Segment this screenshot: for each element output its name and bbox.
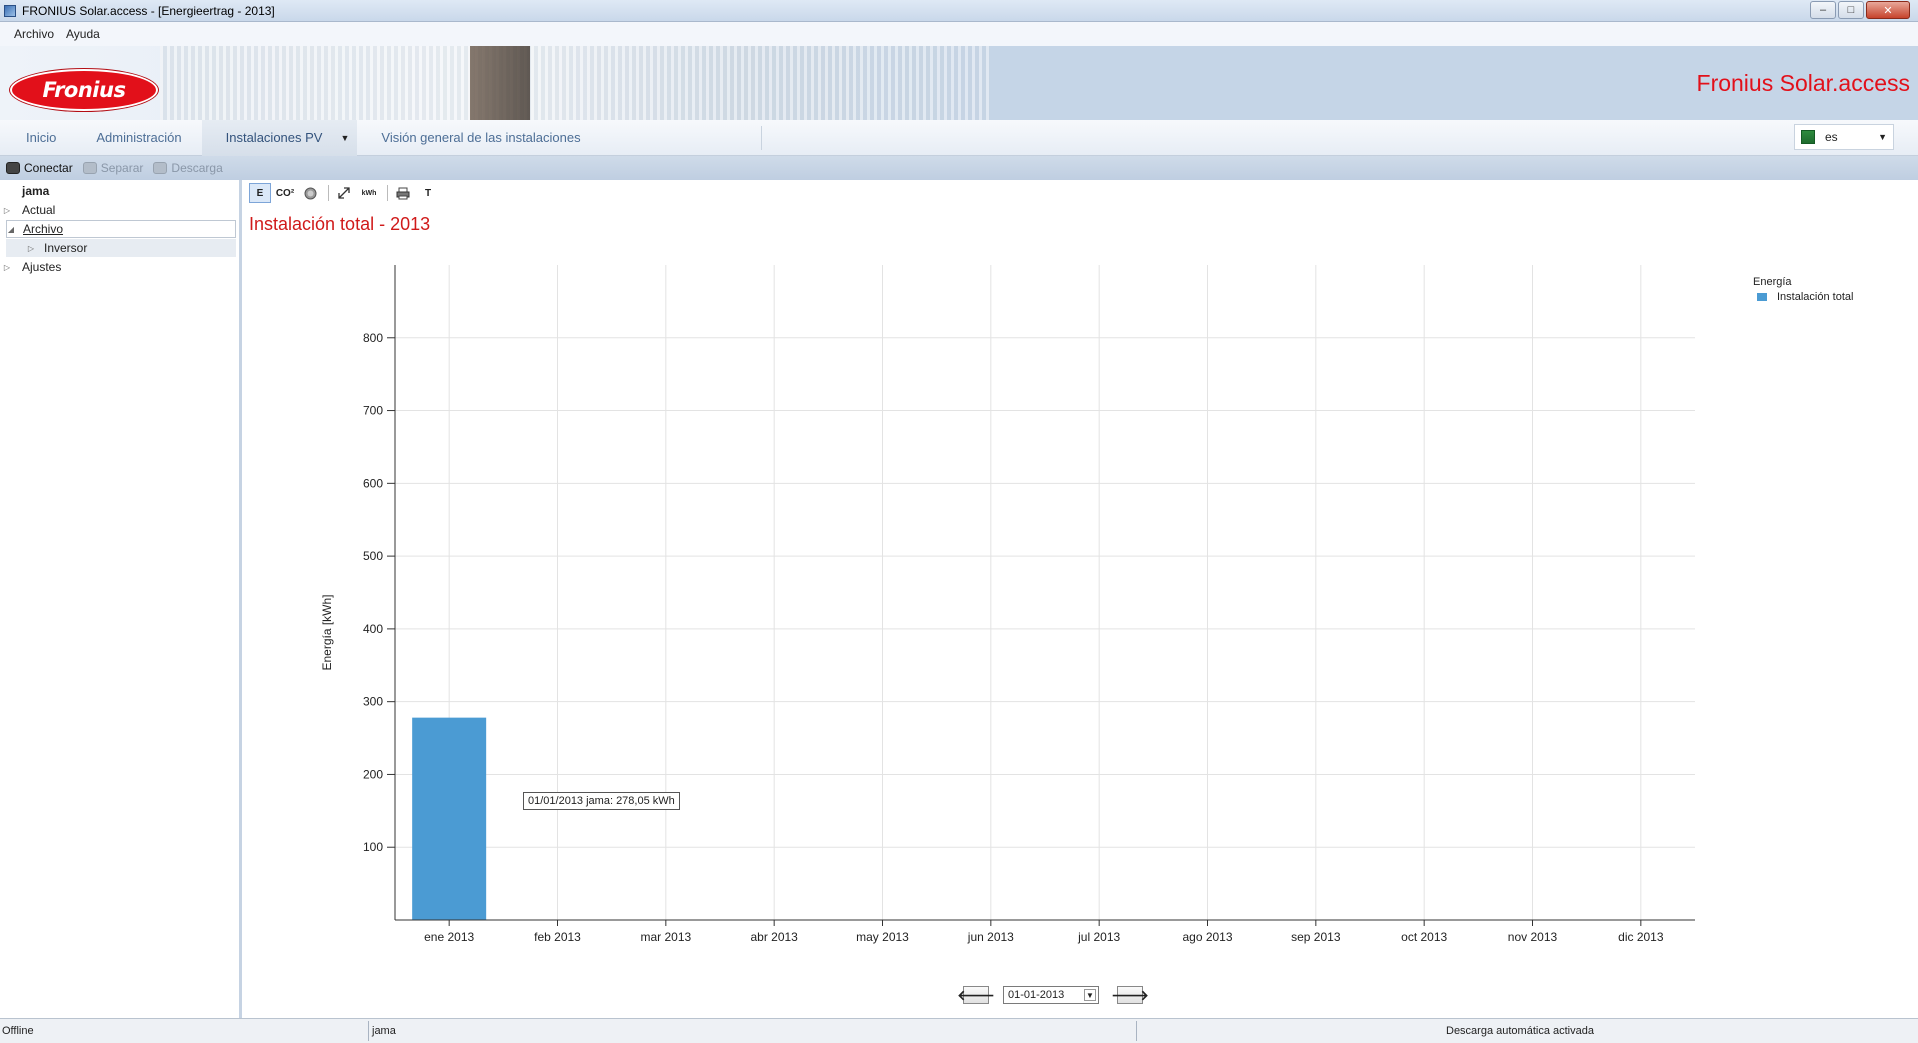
- nav-bar: Inicio Administración Instalaciones PV ▼ …: [0, 119, 1918, 156]
- status-bar: Offline jama Descarga automática activad…: [0, 1018, 1918, 1043]
- menu-archivo[interactable]: Archivo: [14, 27, 54, 41]
- y-tick-label: 600: [363, 476, 383, 490]
- banner: Fronius Fronius Solar.access: [0, 46, 1918, 120]
- tab-inicio[interactable]: Inicio: [0, 120, 76, 156]
- download-icon: [153, 162, 168, 174]
- banner-photo-figure: [470, 46, 530, 120]
- chevron-down-icon: ▼: [340, 132, 350, 143]
- expand-triangle-icon[interactable]: ▷: [0, 206, 14, 215]
- y-tick-label: 300: [363, 695, 383, 709]
- y-tick-label: 700: [363, 404, 383, 418]
- status-connection: Offline: [2, 1025, 34, 1037]
- app-window: FRONIUS Solar.access - [Energieertrag - …: [0, 0, 1918, 1043]
- bar-tooltip: 01/01/2013 jama: 278,05 kWh: [523, 792, 680, 810]
- tab-administracion[interactable]: Administración: [76, 120, 201, 156]
- chart-legend: Energía Instalación total: [1753, 276, 1853, 303]
- nav-divider: [760, 125, 762, 150]
- x-tick-label: jul 2013: [1077, 930, 1120, 944]
- fronius-logo: Fronius: [10, 69, 158, 111]
- x-tick-label: may 2013: [856, 930, 909, 944]
- x-tick-label: dic 2013: [1618, 930, 1664, 944]
- status-download: Descarga automática activada: [1446, 1025, 1594, 1037]
- x-tick-label: oct 2013: [1401, 930, 1447, 944]
- language-value: es: [1825, 130, 1838, 144]
- phone-connect-icon: [6, 162, 20, 174]
- navigation-tree: jama ▷ Actual ◢ Archivo ▷ Inversor ▷ Aju…: [0, 180, 242, 1018]
- x-tick-label: ago 2013: [1182, 930, 1232, 944]
- bar-1: [412, 717, 487, 920]
- app-icon: [4, 4, 16, 17]
- disconnect-button[interactable]: Separar: [82, 161, 143, 175]
- chevron-down-icon: ▼: [1878, 132, 1887, 142]
- legend-item: Instalación total: [1753, 291, 1853, 303]
- expand-triangle-icon[interactable]: ▷: [24, 244, 38, 253]
- x-tick-label: mar 2013: [640, 930, 691, 944]
- excel-flag-icon: [1801, 130, 1815, 144]
- prev-period-button[interactable]: 🡐: [957, 986, 995, 1004]
- legend-label: Instalación total: [1777, 291, 1854, 303]
- menu-bar: Archivo Ayuda: [0, 22, 1918, 46]
- legend-title: Energía: [1753, 276, 1792, 288]
- y-tick-label: 500: [363, 549, 383, 563]
- energy-bar-chart: 100 200 300 400 500 600 700 800 ene 2013 feb 2013…: [320, 265, 1695, 944]
- banner-photo: [160, 46, 990, 120]
- tree-root-jama[interactable]: jama: [22, 182, 260, 200]
- x-tick-label: abr 2013: [750, 930, 798, 944]
- logo-text: Fronius: [42, 78, 126, 102]
- y-tick-label: 400: [363, 622, 383, 636]
- download-button[interactable]: Descarga: [153, 161, 223, 175]
- tree-item-inversor[interactable]: ▷ Inversor: [6, 239, 236, 257]
- status-system: jama: [372, 1025, 396, 1037]
- next-period-button[interactable]: 🡒: [1111, 986, 1149, 1004]
- tab-instalaciones-pv[interactable]: Instalaciones PV ▼: [201, 119, 358, 156]
- connect-button[interactable]: Conectar: [6, 161, 73, 175]
- window-title: FRONIUS Solar.access - [Energieertrag - …: [22, 3, 275, 18]
- chart-panel: E CO² kWh T Instalación total - 2013 100…: [245, 180, 1918, 1018]
- maximize-button[interactable]: □: [1838, 1, 1864, 19]
- y-axis-label: Energía [kWh]: [320, 594, 334, 670]
- window-controls: – □ ✕: [1808, 1, 1910, 19]
- date-value: 01-01-2013: [1008, 989, 1065, 1001]
- expand-triangle-icon[interactable]: ▷: [0, 263, 14, 272]
- close-button[interactable]: ✕: [1866, 1, 1910, 19]
- connection-bar: Conectar Separar Descarga: [0, 156, 1918, 180]
- y-tick-label: 100: [363, 840, 383, 854]
- status-divider: [368, 1021, 369, 1041]
- collapse-triangle-icon[interactable]: ◢: [7, 225, 15, 234]
- minimize-button[interactable]: –: [1810, 1, 1836, 19]
- date-picker[interactable]: 01-01-2013 ▼: [1003, 986, 1099, 1004]
- x-tick-label: nov 2013: [1508, 930, 1558, 944]
- x-tick-label: jun 2013: [967, 930, 1014, 944]
- x-tick-label: feb 2013: [534, 930, 581, 944]
- menu-ayuda[interactable]: Ayuda: [66, 27, 100, 41]
- product-title: Fronius Solar.access: [1696, 70, 1910, 96]
- x-tick-label: ene 2013: [424, 930, 474, 944]
- title-bar: FRONIUS Solar.access - [Energieertrag - …: [0, 0, 1918, 22]
- language-select[interactable]: es ▼: [1794, 124, 1894, 150]
- tree-item-ajustes[interactable]: ▷ Ajustes: [0, 258, 238, 276]
- date-navigator: 🡐 01-01-2013 ▼ 🡒: [957, 986, 1149, 1004]
- status-divider: [1136, 1021, 1137, 1041]
- legend-swatch: [1757, 293, 1767, 301]
- chevron-down-icon[interactable]: ▼: [1084, 989, 1096, 1001]
- x-tick-label: sep 2013: [1291, 930, 1341, 944]
- tab-vision-general[interactable]: Visión general de las instalaciones: [357, 120, 760, 156]
- y-tick-label: 800: [363, 331, 383, 345]
- phone-disconnect-icon: [82, 162, 97, 174]
- tree-item-archivo[interactable]: ◢ Archivo: [6, 220, 236, 238]
- tree-item-actual[interactable]: ▷ Actual: [0, 201, 238, 219]
- y-tick-label: 200: [363, 767, 383, 781]
